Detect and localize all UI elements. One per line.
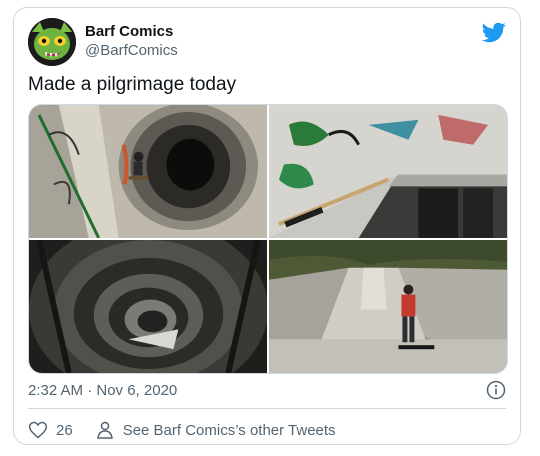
photo-2[interactable]	[269, 105, 507, 238]
tweet-timestamp[interactable]: 2:32 AM · Nov 6, 2020	[28, 382, 177, 399]
info-icon[interactable]	[486, 380, 506, 400]
heart-icon[interactable]	[28, 420, 48, 440]
user-handle[interactable]: @BarfComics	[85, 42, 178, 59]
media-grid	[28, 104, 508, 374]
divider	[28, 408, 506, 409]
photo-3[interactable]	[29, 240, 267, 373]
tweet-actions: 26 See Barf Comics’s other Tweets	[28, 420, 336, 440]
twitter-bird-icon[interactable]	[481, 20, 506, 44]
person-icon[interactable]	[95, 420, 115, 440]
display-name[interactable]: Barf Comics	[85, 23, 173, 40]
photo-1[interactable]	[29, 105, 267, 238]
photo-4[interactable]	[269, 240, 507, 373]
tweet-text: Made a pilgrimage today	[28, 74, 237, 95]
avatar[interactable]	[28, 18, 76, 66]
like-count[interactable]: 26	[56, 422, 73, 439]
other-tweets-link[interactable]: See Barf Comics’s other Tweets	[123, 422, 336, 439]
tweet-card: Barf Comics @BarfComics Made a pilgrimag…	[13, 7, 521, 445]
